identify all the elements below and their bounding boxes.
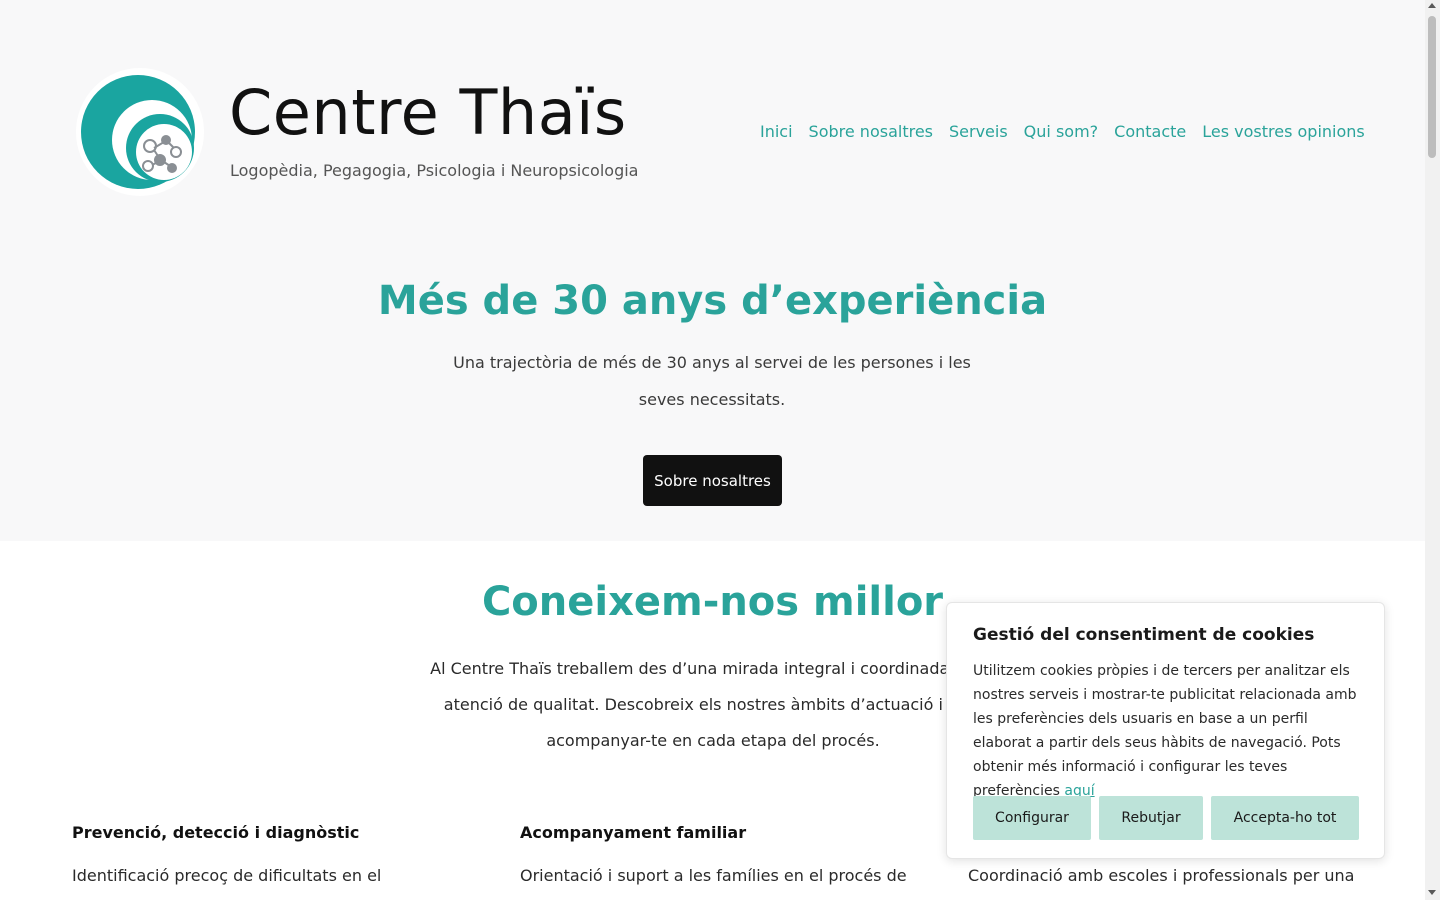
nav-item-opinions[interactable]: Les vostres opinions — [1202, 122, 1365, 141]
section-text: Al Centre Thaïs treballem des d’una mira… — [430, 659, 996, 750]
page-scrollbar[interactable] — [1425, 0, 1440, 900]
nav-item-contacte[interactable]: Contacte — [1114, 122, 1186, 141]
scroll-thumb[interactable] — [1428, 16, 1436, 158]
cookie-buttons: Configurar Rebutjar Accepta-ho tot — [973, 796, 1359, 840]
cookie-dialog-title: Gestió del consentiment de cookies — [973, 625, 1315, 645]
cookie-dialog-text: Utilitzem cookies pròpies i de tercers p… — [973, 659, 1365, 803]
nav-item-sobre-nosaltres[interactable]: Sobre nosaltres — [809, 122, 933, 141]
hero-band: Centre Thaïs Logopèdia, Pegagogia, Psico… — [0, 0, 1425, 541]
column-title-prevencio: Prevenció, detecció i diagnòstic — [72, 823, 360, 842]
scroll-up-arrow-icon[interactable] — [1428, 3, 1436, 8]
column-text-acompanyament: Orientació i suport a les famílies en el… — [520, 866, 907, 885]
column-text-prevencio: Identificació precoç de dificultats en e… — [72, 866, 382, 885]
main-nav: Inici Sobre nosaltres Serveis Qui som? C… — [760, 122, 1365, 141]
hero-text: Una trajectòria de més de 30 anys al ser… — [453, 353, 971, 409]
site-tagline: Logopèdia, Pegagogia, Psicologia i Neuro… — [230, 161, 639, 180]
cookie-dialog-body: Utilitzem cookies pròpies i de tercers p… — [973, 663, 1357, 799]
configure-cookies-button[interactable]: Configurar — [973, 796, 1091, 840]
scroll-down-arrow-icon[interactable] — [1428, 890, 1436, 895]
hero-title: Més de 30 anys d’experiència — [377, 278, 1048, 324]
accept-all-cookies-button[interactable]: Accepta-ho tot — [1211, 796, 1359, 840]
column-text-coordinacio: Coordinació amb escoles i professionals … — [968, 866, 1355, 885]
brain-circuit-logo-icon[interactable] — [76, 68, 204, 196]
cookie-consent-dialog: Gestió del consentiment de cookies Utili… — [946, 602, 1385, 859]
site-title[interactable]: Centre Thaïs — [229, 76, 627, 149]
column-title-acompanyament: Acompanyament familiar — [520, 823, 747, 842]
nav-item-serveis[interactable]: Serveis — [949, 122, 1008, 141]
sobre-nosaltres-button[interactable]: Sobre nosaltres — [643, 455, 782, 506]
nav-item-qui-som[interactable]: Qui som? — [1024, 122, 1098, 141]
reject-cookies-button[interactable]: Rebutjar — [1099, 796, 1203, 840]
page: Centre Thaïs Logopèdia, Pegagogia, Psico… — [0, 0, 1425, 900]
nav-item-inici[interactable]: Inici — [760, 122, 793, 141]
